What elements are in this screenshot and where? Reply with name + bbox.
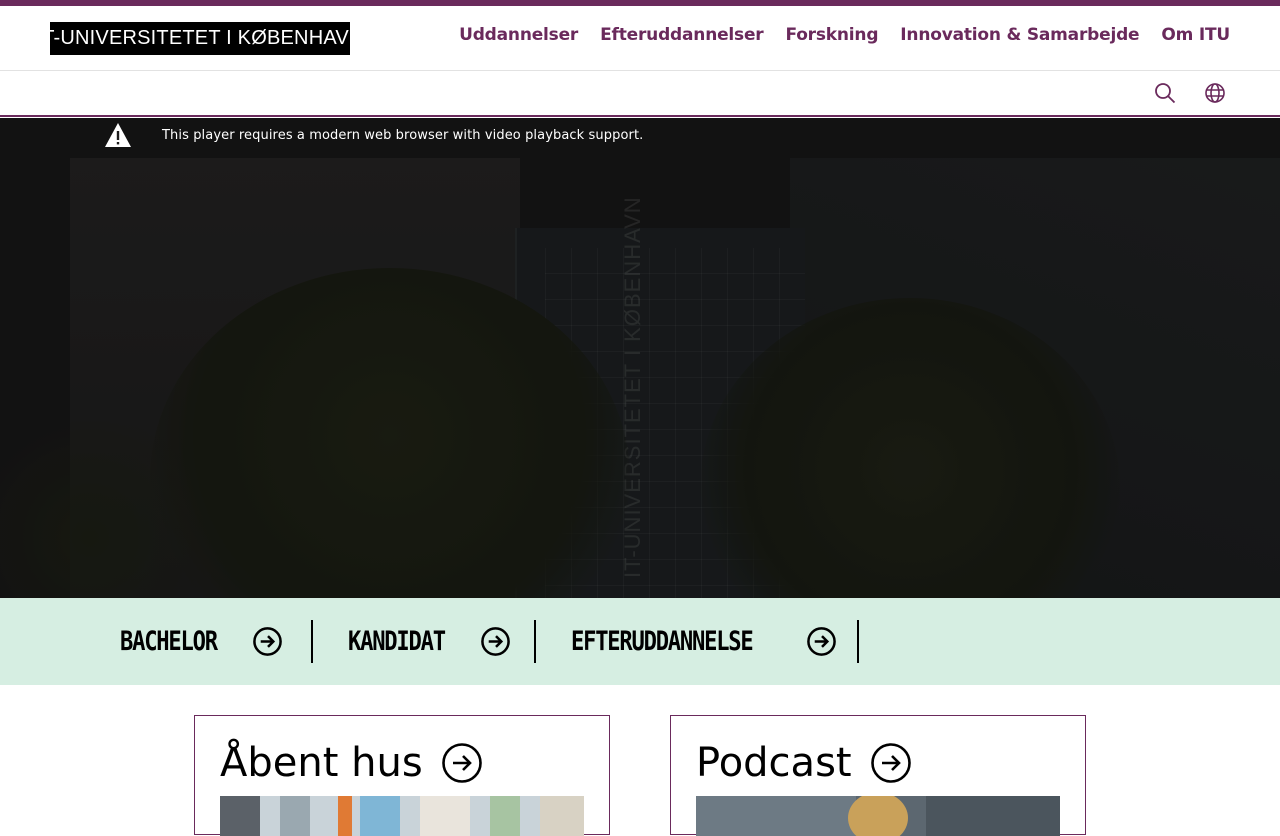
program-label: BACHELOR — [120, 626, 218, 657]
program-label: KANDIDAT — [348, 626, 446, 657]
player-warning: This player requires a modern web browse… — [104, 122, 643, 148]
card-image — [220, 796, 584, 836]
divider — [857, 620, 859, 663]
nav-innovation-samarbejde[interactable]: Innovation & Samarbejde — [900, 25, 1139, 45]
program-link-kandidat[interactable]: KANDIDAT — [348, 620, 511, 663]
card-title: Podcast — [696, 740, 852, 786]
arrow-circle-right-icon — [441, 743, 482, 783]
program-link-efteruddannelse[interactable]: EFTERUDDANNELSE — [571, 620, 837, 663]
program-label: EFTERUDDANNELSE — [571, 626, 754, 657]
warning-icon — [105, 123, 131, 147]
globe-icon — [1205, 83, 1225, 103]
hero-video[interactable]: IT-UNIVERSITETET I KØBENHAVN This player… — [0, 118, 1280, 598]
arrow-circle-right-icon — [481, 627, 510, 656]
site-header: IT-UNIVERSITETET I KØBENHAVN Uddannelser… — [0, 6, 1280, 71]
nav-om-itu[interactable]: Om ITU — [1161, 25, 1230, 45]
main-nav: Uddannelser Efteruddannelser Forskning I… — [459, 25, 1230, 45]
arrow-circle-right-icon — [870, 743, 911, 783]
nav-uddannelser[interactable]: Uddannelser — [459, 25, 578, 45]
divider — [534, 620, 536, 663]
card-title-row: Åbent hus — [220, 740, 483, 786]
arrow-circle-right-icon — [807, 627, 837, 656]
player-warning-text: This player requires a modern web browse… — [162, 127, 644, 143]
card-title-row: Podcast — [696, 740, 912, 786]
utility-bar — [0, 71, 1280, 117]
arrow-circle-right-icon — [253, 627, 282, 656]
card-title: Åbent hus — [220, 740, 423, 786]
search-button[interactable] — [1152, 80, 1178, 106]
nav-efteruddannelser[interactable]: Efteruddannelser — [600, 25, 764, 45]
card-image — [696, 796, 1060, 836]
itu-logo[interactable]: IT-UNIVERSITETET I KØBENHAVN — [36, 22, 363, 55]
card-aabent-hus[interactable]: Åbent hus — [194, 715, 610, 836]
search-icon — [1155, 83, 1176, 104]
program-link-bachelor[interactable]: BACHELOR — [120, 620, 283, 663]
card-podcast[interactable]: Podcast — [670, 715, 1086, 836]
divider — [311, 620, 313, 663]
program-links: BACHELOR KANDIDAT EFTERUDDANNELSE — [0, 598, 1280, 685]
hero-overlay — [0, 118, 1280, 598]
nav-forskning[interactable]: Forskning — [785, 25, 878, 45]
language-button[interactable] — [1202, 80, 1228, 106]
